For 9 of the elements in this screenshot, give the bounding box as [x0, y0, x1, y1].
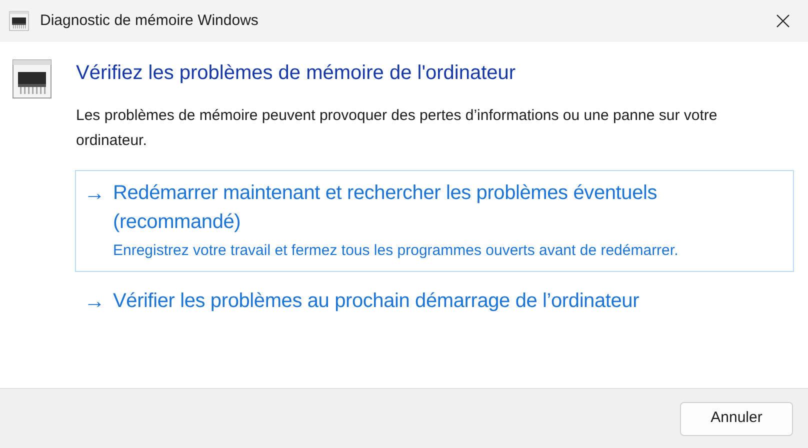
description: Les problèmes de mémoire peuvent provoquer des pertes d’informations ou une panne sur votre ordinateur.: [76, 106, 718, 151]
memory-chip-icon: [12, 59, 52, 99]
command-link[interactable]: → Vérifier les problèmes au prochain démarrage de l’ordinateur: [75, 278, 794, 325]
window-title: Diagnostic de mémoire Windows: [40, 10, 258, 31]
cancel-button[interactable]: Annuler: [680, 402, 793, 436]
command-link[interactable]: → Redémarrer maintenant et rechercher les problèmes éventuels (recommandé) Enregistrez votre travail et fermez tous les programmes ouverts avant de redémarrer.: [75, 170, 794, 272]
close-icon: [776, 14, 790, 28]
heading: Vérifiez les problèmes de mémoire de l'ordinateur: [76, 61, 517, 86]
memory-chip-icon: [9, 11, 29, 31]
